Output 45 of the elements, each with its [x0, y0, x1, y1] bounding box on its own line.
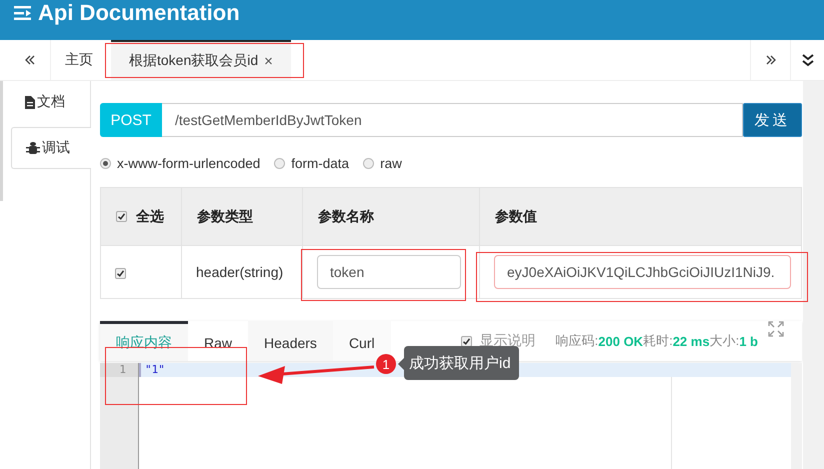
checkbox[interactable] [116, 211, 127, 222]
double-chevron-right-icon[interactable] [764, 55, 776, 65]
callout: 成功获取用户id [404, 346, 519, 380]
status-value: 200 OK [598, 334, 644, 348]
method-badge: POST [100, 103, 162, 137]
status-value: 22 ms [672, 334, 710, 348]
checkbox[interactable] [115, 268, 126, 279]
page-tab[interactable]: 根据token获取会员id × [111, 40, 291, 80]
checkbox[interactable] [460, 336, 472, 346]
line-number: 1 [100, 363, 138, 377]
radio-label: form-data [291, 156, 350, 170]
radio-button[interactable] [274, 158, 286, 168]
scrollbar[interactable] [803, 81, 824, 469]
bug-icon [26, 141, 40, 155]
column-header: 参数名称 [318, 208, 374, 224]
callout-pointer [398, 358, 404, 370]
response-tab[interactable]: Headers [248, 321, 333, 361]
radio-button[interactable] [100, 158, 111, 168]
app-title: Api Documentation [38, 2, 240, 24]
side-tab[interactable]: 调试 [11, 127, 91, 169]
double-chevron-down-icon[interactable] [800, 53, 814, 67]
response-tab[interactable]: Curl [332, 321, 391, 361]
radio-label: raw [380, 156, 402, 170]
status-value: 1 b [739, 334, 758, 348]
column-header: 参数类型 [197, 208, 253, 224]
menu-icon[interactable] [14, 5, 32, 21]
send-button[interactable]: 发送 [743, 103, 802, 137]
column-header: 全选 [136, 208, 164, 226]
status-label: 大小: [710, 332, 740, 350]
status-label: 耗时: [643, 332, 673, 350]
column-header: 参数值 [495, 208, 537, 224]
input-field[interactable]: eyJ0eXAiOiJKV1QiLCJhbGciOiJIUzI1NiJ9. [494, 255, 791, 289]
scrollbar[interactable] [791, 363, 802, 469]
double-chevron-left-icon[interactable] [24, 55, 36, 65]
table-cell: header(string) [196, 264, 284, 280]
radio-label: x-www-form-urlencoded [117, 156, 260, 170]
input-field[interactable]: token [317, 255, 461, 289]
status-label: 响应码: [556, 332, 598, 350]
side-tab[interactable]: 文档 [11, 87, 90, 117]
fullscreen-icon[interactable] [768, 321, 784, 337]
radio-button[interactable] [363, 158, 374, 168]
page-tab[interactable]: 主页 [51, 40, 107, 80]
url-field[interactable]: /testGetMemberIdByJwtToken [162, 103, 743, 137]
document-icon [25, 96, 35, 108]
close-icon[interactable]: × [264, 52, 273, 70]
